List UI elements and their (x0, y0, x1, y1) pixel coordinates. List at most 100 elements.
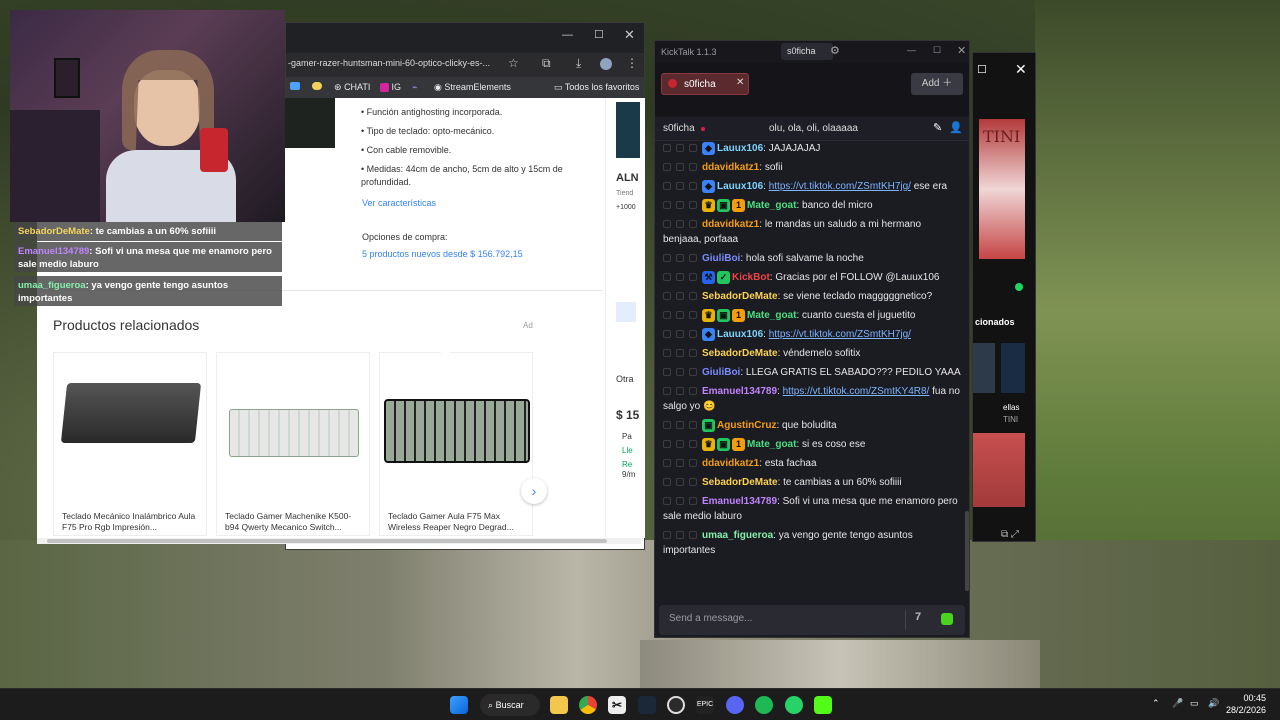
pin-icon[interactable] (689, 292, 697, 301)
tab-close-icon[interactable]: ✕ (736, 77, 744, 88)
chat-username[interactable]: Mate_goat (747, 200, 796, 211)
reply-icon[interactable] (663, 459, 671, 468)
chat-messages[interactable]: ◆ Lauux106: JAJAJAJAJ ddavidkatz1: sofii ◆ L… (655, 139, 969, 593)
discord-icon[interactable] (726, 696, 744, 714)
bookmark-chati[interactable]: ⊛ CHATI (334, 82, 370, 93)
reply-icon[interactable] (663, 163, 671, 172)
add-tab-button[interactable]: Add ＋ (911, 73, 963, 95)
miniplayer-icon[interactable]: ⧉ ⤢ (1001, 529, 1019, 540)
pin-icon[interactable] (689, 459, 697, 468)
kicktalk-window[interactable]: KickTalk 1.1.3 s0ficha ⚙ — ☐ ✕ s0ficha ✕… (654, 40, 970, 638)
pin-icon[interactable] (689, 311, 697, 320)
menu-icon[interactable]: ⋮ (626, 56, 638, 70)
chat-username[interactable]: Lauux106 (717, 329, 763, 340)
pin-icon[interactable] (689, 220, 697, 229)
maximize-icon[interactable]: ☐ (594, 28, 604, 41)
reply-icon[interactable] (663, 273, 671, 282)
star-icon[interactable]: ☆ (508, 56, 519, 70)
chat-message[interactable]: ddavidkatz1: le mandas un saludo a mi he… (655, 215, 969, 249)
chat-username[interactable]: umaa_figueroa (702, 530, 773, 541)
pin-icon[interactable] (689, 144, 697, 153)
chat-username[interactable]: ddavidkatz1 (702, 219, 759, 230)
clock-time[interactable]: 00:45 (1230, 693, 1266, 703)
delete-icon[interactable] (676, 220, 684, 229)
close-icon[interactable]: ✕ (957, 44, 966, 57)
delete-icon[interactable] (676, 478, 684, 487)
chrome-icon[interactable] (579, 696, 597, 714)
pin-icon[interactable] (689, 201, 697, 210)
pin-icon[interactable] (689, 440, 697, 449)
delete-icon[interactable] (676, 531, 684, 540)
chat-message[interactable]: umaa_figueroa: ya vengo gente tengo asun… (655, 526, 969, 560)
delete-icon[interactable] (676, 497, 684, 506)
reply-icon[interactable] (663, 311, 671, 320)
delete-icon[interactable] (676, 459, 684, 468)
chat-username[interactable]: Emanuel134789 (702, 386, 777, 397)
pin-icon[interactable] (689, 478, 697, 487)
delete-icon[interactable] (676, 273, 684, 282)
delete-icon[interactable] (676, 182, 684, 191)
maximize-icon[interactable]: ☐ (977, 63, 987, 76)
chat-link[interactable]: https://vt.tiktok.com/ZSmtKH7jg/ (769, 329, 911, 340)
chat-username[interactable]: ddavidkatz1 (702, 458, 759, 469)
reply-icon[interactable] (663, 254, 671, 263)
delete-icon[interactable] (676, 440, 684, 449)
delete-icon[interactable] (676, 201, 684, 210)
minimize-icon[interactable]: — (562, 29, 573, 41)
bookmark-streamelements[interactable]: ◉ StreamElements (434, 82, 511, 93)
music-window[interactable]: ☐ ✕ TINI cionados ellas TINI ⧉ ⤢ (972, 52, 1036, 542)
spotify-icon[interactable] (755, 696, 773, 714)
clock-date[interactable]: 28/2/2026 (1226, 705, 1266, 715)
chat-username[interactable]: Lauux106 (717, 143, 763, 154)
bookmark-icon-1[interactable] (290, 82, 300, 90)
reply-icon[interactable] (663, 220, 671, 229)
chat-username[interactable]: KickBot (732, 272, 770, 283)
obs-icon[interactable] (667, 696, 685, 714)
delete-icon[interactable] (676, 349, 684, 358)
network-icon[interactable]: ▭ (1190, 698, 1199, 709)
chat-message[interactable]: GiuliBoi: LLEGA GRATIS EL SABADO??? PEDI… (655, 363, 969, 382)
settings-gear-icon[interactable]: ⚙ (830, 44, 840, 57)
product-card[interactable]: Teclado Gamer Machenike K500-b94 Qwerty … (216, 352, 370, 536)
chat-message[interactable]: ▣ AgustinCruz: que boludita (655, 416, 969, 435)
thumb-2[interactable] (1001, 343, 1025, 393)
tab-s0ficha[interactable]: s0ficha ✕ (661, 73, 749, 95)
chat-scrollbar[interactable] (965, 511, 969, 591)
chat-username[interactable]: GiuliBoi (702, 367, 740, 378)
reply-icon[interactable] (663, 387, 671, 396)
bookmark-all[interactable]: ▭ Todos los favoritos (554, 82, 639, 93)
chat-message[interactable]: ♛ ▣ 1 Mate_goat: cuanto cuesta el juguetito (655, 306, 969, 325)
chat-username[interactable]: Lauux106 (717, 181, 763, 192)
product-card[interactable]: Teclado Mecánico Inalámbrico Aula F75 Pr… (53, 352, 207, 536)
ver-caracteristicas-link[interactable]: Ver características (362, 198, 436, 208)
chat-message[interactable]: ◆ Lauux106: JAJAJAJAJ (655, 139, 969, 158)
delete-icon[interactable] (676, 292, 684, 301)
bookmark-icon-2[interactable] (312, 82, 322, 90)
maximize-icon[interactable]: ☐ (933, 45, 941, 56)
pin-icon[interactable] (689, 163, 697, 172)
chat-username[interactable]: SebadorDeMate (702, 348, 778, 359)
product-card[interactable]: Teclado Gamer Aula F75 Max Wireless Reap… (379, 352, 533, 536)
chat-message[interactable]: ◆ Lauux106: https://vt.tiktok.com/ZSmtKH7… (655, 177, 969, 196)
delete-icon[interactable] (676, 421, 684, 430)
chart-icon[interactable]: ⌁ (412, 82, 417, 93)
pin-icon[interactable] (689, 182, 697, 191)
url-text[interactable]: -gamer-razer-huntsman-mini-60-optico-cli… (288, 58, 490, 68)
reply-icon[interactable] (663, 421, 671, 430)
close-icon[interactable]: ✕ (624, 27, 635, 43)
chat-username[interactable]: ddavidkatz1 (702, 162, 759, 173)
chat-message[interactable]: ♛ ▣ 1 Mate_goat: si es coso ese (655, 435, 969, 454)
user-icon[interactable]: 👤 (949, 121, 963, 134)
message-input[interactable]: Send a message... 7 (659, 605, 965, 635)
epic-games-icon[interactable]: EPIC (696, 696, 714, 714)
chat-message[interactable]: ⚒ ✓ KickBot: Gracias por el FOLLOW @Lauux1… (655, 268, 969, 287)
profile-avatar[interactable] (600, 58, 612, 70)
chat-username[interactable]: Mate_goat (747, 310, 796, 321)
thumb-3[interactable] (973, 433, 1025, 507)
pin-icon[interactable] (689, 497, 697, 506)
chat-username[interactable]: AgustinCruz (717, 420, 776, 431)
carousel-next-icon[interactable]: › (521, 478, 547, 504)
product-name[interactable]: Teclado Mecánico Inalámbrico Aula F75 Pr… (62, 511, 202, 533)
pin-icon[interactable]: ✎ (933, 121, 942, 134)
pin-icon[interactable] (689, 387, 697, 396)
